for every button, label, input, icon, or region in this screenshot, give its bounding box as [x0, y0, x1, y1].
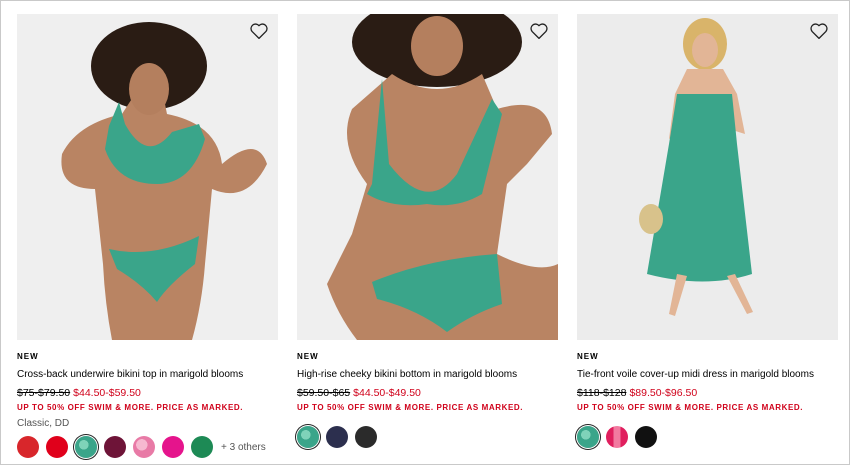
sale-price: $44.50-$59.50: [73, 387, 141, 399]
more-colors-link[interactable]: + 3 others: [221, 442, 266, 453]
product-title[interactable]: Tie-front voile cover-up midi dress in m…: [577, 368, 838, 381]
new-badge: NEW: [577, 352, 599, 361]
wishlist-heart-icon[interactable]: [249, 22, 269, 40]
color-swatches: [297, 426, 558, 448]
sale-price: $89.50-$96.50: [629, 387, 698, 399]
color-swatch[interactable]: [46, 436, 68, 458]
product-image[interactable]: [297, 14, 558, 340]
product-image[interactable]: [577, 14, 838, 340]
price-row: $118-$128 $89.50-$96.50: [577, 387, 838, 400]
sale-price: $44.50-$49.50: [353, 387, 421, 399]
color-swatch-selected[interactable]: [75, 436, 97, 458]
fit-info: Classic, DD: [17, 418, 70, 429]
product-grid: NEW Cross-back underwire bikini top in m…: [17, 14, 838, 465]
product-card: NEW Cross-back underwire bikini top in m…: [17, 14, 278, 465]
wishlist-heart-icon[interactable]: [529, 22, 549, 40]
product-title[interactable]: Cross-back underwire bikini top in marig…: [17, 368, 278, 381]
price-row: $59.50-$65 $44.50-$49.50: [297, 387, 558, 400]
wishlist-heart-icon[interactable]: [809, 22, 829, 40]
color-swatch[interactable]: [606, 426, 628, 448]
color-swatches: [577, 426, 838, 448]
color-swatch[interactable]: [162, 436, 184, 458]
color-swatches: + 3 others: [17, 436, 278, 458]
promo-text: UP TO 50% OFF SWIM & MORE. PRICE AS MARK…: [577, 403, 804, 412]
product-image[interactable]: [17, 14, 278, 340]
promo-text: UP TO 50% OFF SWIM & MORE. PRICE AS MARK…: [297, 403, 524, 412]
product-card: NEW Tie-front voile cover-up midi dress …: [577, 14, 838, 465]
original-price: $75-$79.50: [17, 387, 71, 399]
original-price: $118-$128: [577, 387, 627, 399]
new-badge: NEW: [297, 352, 319, 361]
color-swatch[interactable]: [355, 426, 377, 448]
color-swatch[interactable]: [133, 436, 155, 458]
color-swatch-selected[interactable]: [297, 426, 319, 448]
model-bikini-top-photo: [17, 14, 278, 340]
model-bikini-bottom-photo: [297, 14, 558, 340]
original-price: $59.50-$65: [297, 387, 351, 399]
color-swatch[interactable]: [104, 436, 126, 458]
color-swatch[interactable]: [326, 426, 348, 448]
color-swatch[interactable]: [17, 436, 39, 458]
color-swatch[interactable]: [635, 426, 657, 448]
color-swatch-selected[interactable]: [577, 426, 599, 448]
promo-text: UP TO 50% OFF SWIM & MORE. PRICE AS MARK…: [17, 403, 244, 412]
color-swatch[interactable]: [191, 436, 213, 458]
price-row: $75-$79.50 $44.50-$59.50: [17, 387, 278, 400]
product-card: NEW High-rise cheeky bikini bottom in ma…: [297, 14, 558, 465]
model-midi-dress-photo: [577, 14, 838, 340]
new-badge: NEW: [17, 352, 39, 361]
product-title[interactable]: High-rise cheeky bikini bottom in marigo…: [297, 368, 558, 381]
